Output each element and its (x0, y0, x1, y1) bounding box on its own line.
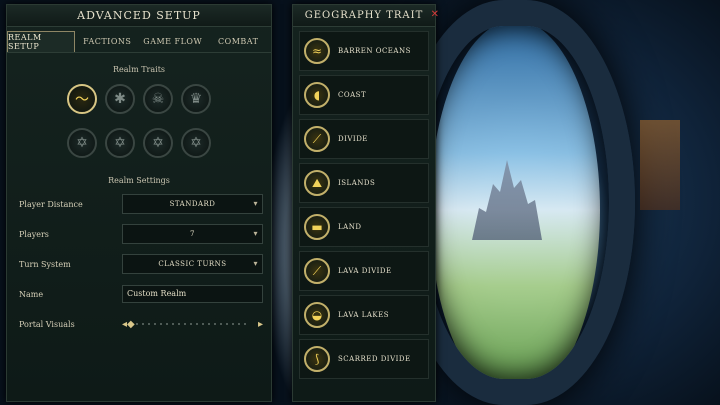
geography-trait-panel: GEOGRAPHY TRAIT ✕ ≈ BARREN OCEANS ◖ COAS… (292, 4, 439, 402)
players-value: 7 (190, 230, 195, 238)
geo-item-label: ISLANDS (338, 179, 376, 187)
empty-slot-icon: ✡ (114, 135, 126, 151)
geo-item-label: LAND (338, 223, 362, 231)
islands-icon: ⛰ (304, 170, 330, 196)
geo-item-divide[interactable]: ⟋ DIVIDE (299, 119, 429, 159)
geo-item-scarred-divide[interactable]: ⟆ SCARRED DIVIDE (299, 339, 429, 379)
lava-divide-icon: ⟋ (304, 258, 330, 284)
crown-trait-icon: ♛ (189, 91, 203, 107)
name-label: Name (19, 289, 44, 299)
geography-trait-title: GEOGRAPHY TRAIT (293, 5, 435, 27)
players-row: Players 7 ▾ (7, 223, 271, 245)
advanced-setup-title: ADVANCED SETUP (7, 5, 271, 27)
geo-item-label: LAVA DIVIDE (338, 267, 392, 275)
divide-icon: ⟋ (304, 126, 330, 152)
coast-icon: ◖ (304, 82, 330, 108)
trait-slot-7[interactable]: ✡ (143, 128, 173, 158)
trait-slot-geography[interactable]: 〜 (67, 84, 97, 114)
geo-item-lava-divide[interactable]: ⟋ LAVA DIVIDE (299, 251, 429, 291)
tab-game-flow[interactable]: GAME FLOW (140, 31, 206, 52)
geo-item-label: LAVA LAKES (338, 311, 390, 319)
player-distance-value: STANDARD (169, 200, 216, 208)
trait-slot-5[interactable]: ✡ (67, 128, 97, 158)
portal-visuals-row: Portal Visuals ◂◆ ▸ (7, 313, 271, 335)
setup-tabs: REALM SETUP FACTIONS GAME FLOW COMBAT (7, 31, 271, 53)
geo-item-land[interactable]: ▬ LAND (299, 207, 429, 247)
trait-slot-4[interactable]: ♛ (181, 84, 211, 114)
geo-item-label: SCARRED DIVIDE (338, 355, 411, 363)
geography-list: ≈ BARREN OCEANS ◖ COAST ⟋ DIVIDE ⛰ ISLAN… (293, 31, 435, 379)
portal-visuals-slider[interactable]: ◂◆ ▸ (122, 317, 263, 331)
advanced-setup-panel: ADVANCED SETUP REALM SETUP FACTIONS GAME… (6, 4, 272, 402)
portal-visuals-label: Portal Visuals (19, 319, 75, 329)
turn-system-row: Turn System CLASSIC TURNS ▾ (7, 253, 271, 275)
wave-geography-icon: 〜 (75, 92, 89, 108)
empty-slot-icon: ✡ (152, 135, 164, 151)
name-row: Name Custom Realm (7, 283, 271, 305)
slider-left-arrows-icon[interactable]: ◂◆ (122, 319, 135, 330)
turn-system-value: CLASSIC TURNS (158, 260, 227, 268)
geo-item-lava-lakes[interactable]: ◒ LAVA LAKES (299, 295, 429, 335)
tab-combat[interactable]: COMBAT (206, 31, 272, 52)
turn-system-label: Turn System (19, 259, 71, 269)
realm-settings-label: Realm Settings (108, 176, 170, 185)
realm-name-input[interactable]: Custom Realm (122, 285, 263, 303)
geo-item-label: DIVIDE (338, 135, 368, 143)
players-label: Players (19, 229, 49, 239)
geo-item-label: BARREN OCEANS (338, 47, 411, 55)
trait-slot-6[interactable]: ✡ (105, 128, 135, 158)
trait-slot-2[interactable]: ✱ (105, 84, 135, 114)
geo-item-label: COAST (338, 91, 367, 99)
empty-slot-icon: ✡ (190, 135, 202, 151)
close-icon[interactable]: ✕ (431, 9, 439, 20)
chevron-down-icon: ▾ (253, 229, 258, 238)
realm-traits-grid: 〜 ✱ ☠ ♛ (7, 84, 271, 114)
barren-oceans-icon: ≈ (304, 38, 330, 64)
spider-trait-icon: ✱ (114, 91, 126, 107)
tab-realm-setup[interactable]: REALM SETUP (7, 31, 75, 52)
tab-factions[interactable]: FACTIONS (75, 31, 141, 52)
realm-traits-label: Realm Traits (112, 65, 166, 74)
chevron-down-icon: ▾ (253, 259, 258, 268)
land-icon: ▬ (304, 214, 330, 240)
player-distance-dropdown[interactable]: STANDARD ▾ (122, 194, 263, 214)
trait-slot-3[interactable]: ☠ (143, 84, 173, 114)
geo-item-barren-oceans[interactable]: ≈ BARREN OCEANS (299, 31, 429, 71)
turn-system-dropdown[interactable]: CLASSIC TURNS ▾ (122, 254, 263, 274)
slider-right-arrow-icon[interactable]: ▸ (258, 319, 263, 330)
players-dropdown[interactable]: 7 ▾ (122, 224, 263, 244)
geo-item-islands[interactable]: ⛰ ISLANDS (299, 163, 429, 203)
player-distance-row: Player Distance STANDARD ▾ (7, 193, 271, 215)
glowing-rune (640, 120, 680, 210)
chevron-down-icon: ▾ (253, 199, 258, 208)
realm-traits-grid-row-2: ✡ ✡ ✡ ✡ (7, 128, 271, 158)
trait-slot-8[interactable]: ✡ (181, 128, 211, 158)
lava-lakes-icon: ◒ (304, 302, 330, 328)
skull-trait-icon: ☠ (151, 91, 165, 107)
slider-track[interactable] (136, 323, 249, 325)
empty-slot-icon: ✡ (76, 135, 88, 151)
player-distance-label: Player Distance (19, 199, 83, 209)
geo-item-coast[interactable]: ◖ COAST (299, 75, 429, 115)
scarred-divide-icon: ⟆ (304, 346, 330, 372)
